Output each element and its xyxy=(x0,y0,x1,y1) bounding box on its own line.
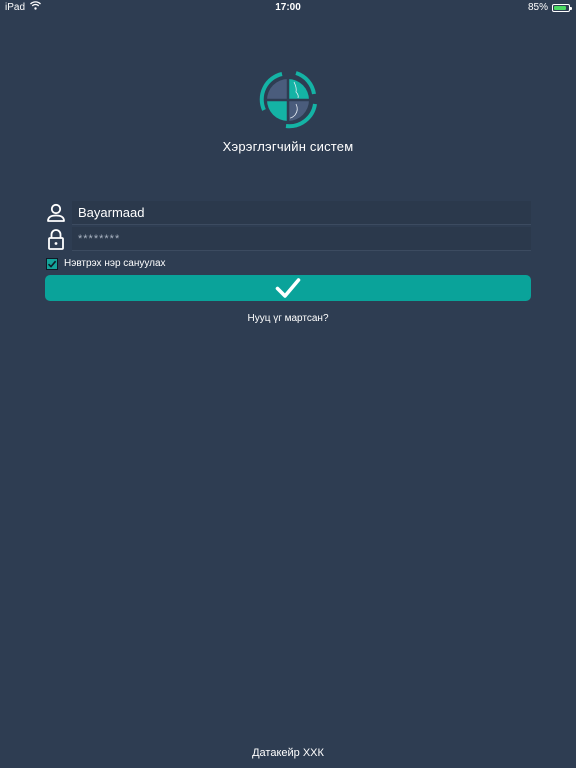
username-input[interactable] xyxy=(72,201,531,225)
status-right: 85% xyxy=(527,0,572,16)
username-row xyxy=(45,201,531,225)
login-screen: iPad 17:00 85% Хэрэглэгчийн систем Bayar… xyxy=(0,0,576,768)
app-title: Хэрэглэгчийн систем xyxy=(222,139,354,154)
status-time: 17:00 xyxy=(275,2,301,13)
password-input[interactable] xyxy=(72,227,531,251)
login-button[interactable] xyxy=(45,275,531,301)
remember-label: Нэвтрэх нэр сануулах xyxy=(64,257,166,269)
checkbox-check-icon xyxy=(47,260,57,268)
checkmark-icon xyxy=(275,278,301,298)
user-icon xyxy=(45,201,67,225)
battery-percent: 85% xyxy=(527,2,548,13)
remember-checkbox[interactable] xyxy=(46,258,58,270)
status-bar: iPad 17:00 85% xyxy=(0,0,576,16)
remember-row: Нэвтрэх нэр сануулах xyxy=(46,256,166,270)
battery-icon xyxy=(552,4,572,12)
battery-fill xyxy=(554,6,566,10)
forgot-password-link[interactable]: Нууц үг мартсан? xyxy=(0,313,576,324)
password-row xyxy=(45,227,531,251)
footer-company: Датакейр ХХК xyxy=(252,747,324,759)
app-logo-icon xyxy=(256,68,320,132)
battery-nub xyxy=(570,7,572,10)
lock-icon xyxy=(45,227,67,251)
